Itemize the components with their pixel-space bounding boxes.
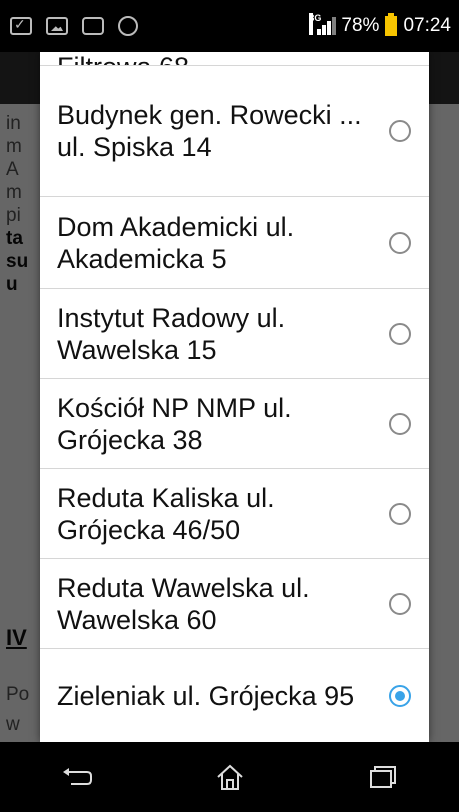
network-type: 3G (309, 13, 321, 35)
option-label: Budynek gen. Rowecki ... ul. Spiska 14 (57, 100, 362, 162)
home-button[interactable] (200, 752, 260, 802)
home-icon (216, 764, 243, 790)
chat-icon (82, 17, 104, 35)
options-list[interactable]: Filtrowa 68 Budynek gen. Rowecki ... ul.… (40, 52, 429, 742)
list-item[interactable]: Zieleniak ul. Grójecka 95 (40, 649, 429, 742)
radio-button[interactable] (389, 592, 411, 615)
clock-icon (118, 16, 138, 36)
list-item[interactable]: Dom Akademicki ul. Akademicka 5 (40, 197, 429, 289)
option-label: Filtrowa 68 (57, 52, 189, 65)
radio-button-selected[interactable] (389, 684, 411, 707)
option-label: Kościół NP NMP ul. Grójecka 38 (57, 392, 292, 455)
list-item[interactable]: Reduta Kaliska ul. Grójecka 46/50 (40, 469, 429, 559)
checkbox-icon (10, 16, 32, 35)
radio-button[interactable] (389, 231, 411, 254)
list-item[interactable]: Kościół NP NMP ul. Grójecka 38 (40, 379, 429, 469)
clock-time: 07:24 (403, 15, 451, 36)
radio-button[interactable] (389, 412, 411, 435)
selection-dialog: Filtrowa 68 Budynek gen. Rowecki ... ul.… (40, 52, 429, 742)
battery-percent: 78% (341, 15, 380, 36)
status-bar: 3G 78% 07:24 (0, 0, 459, 52)
navigation-bar (0, 742, 459, 812)
option-label: Reduta Wawelska ul. Wawelska 60 (57, 572, 310, 635)
option-label: Instytut Radowy ul. Wawelska 15 (57, 302, 286, 365)
signal-icon: 3G (309, 13, 337, 35)
list-item[interactable]: Instytut Radowy ul. Wawelska 15 (40, 289, 429, 379)
recent-apps-button[interactable] (353, 752, 413, 802)
list-item[interactable]: Reduta Wawelska ul. Wawelska 60 (40, 559, 429, 649)
back-button[interactable] (47, 752, 107, 802)
list-item-partial[interactable]: Filtrowa 68 (40, 52, 429, 66)
option-label: Dom Akademicki ul. Akademicka 5 (57, 211, 295, 274)
recent-apps-icon (369, 766, 396, 788)
radio-button[interactable] (389, 502, 411, 525)
battery-icon (385, 13, 398, 36)
list-item[interactable]: Budynek gen. Rowecki ... ul. Spiska 14 (40, 66, 429, 197)
image-icon (46, 17, 68, 35)
radio-button[interactable] (389, 120, 411, 142)
radio-button[interactable] (389, 322, 411, 345)
option-label: Zieleniak ul. Grójecka 95 (57, 680, 355, 711)
back-icon (62, 768, 92, 785)
option-label: Reduta Kaliska ul. Grójecka 46/50 (57, 482, 275, 545)
